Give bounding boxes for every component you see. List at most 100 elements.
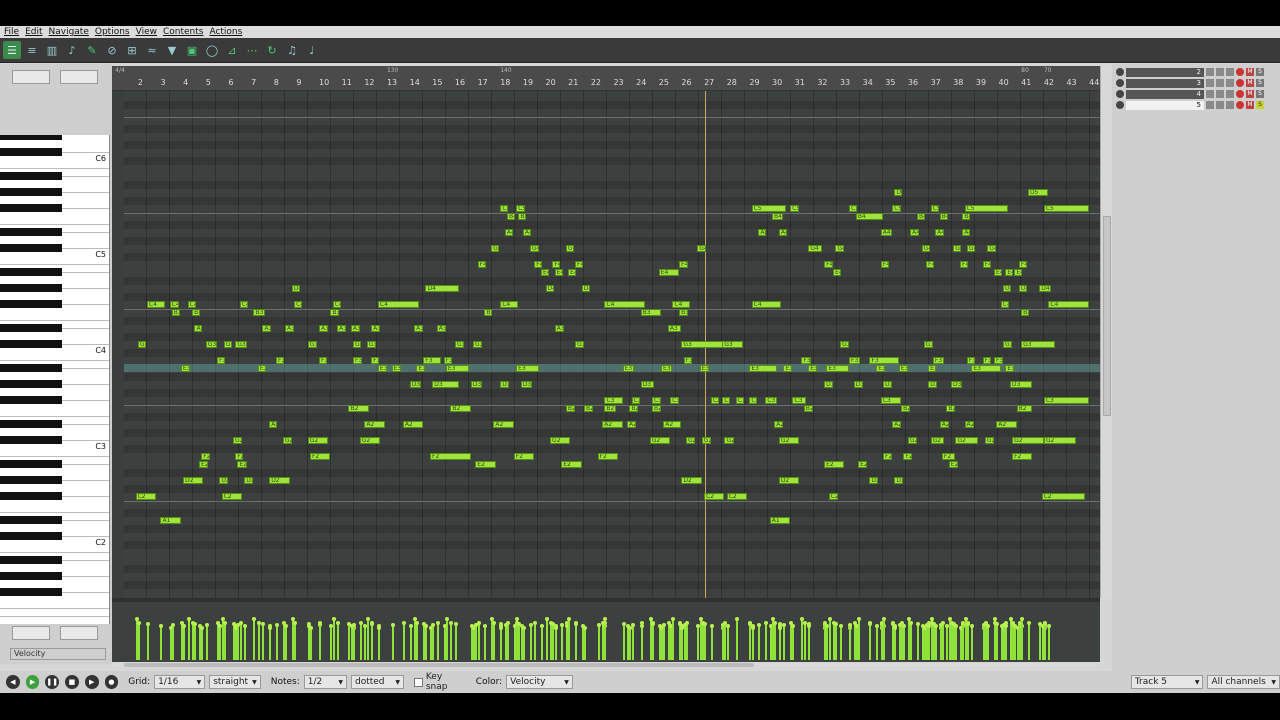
midi-note[interactable]: G3 xyxy=(574,341,584,348)
midi-note[interactable]: D3 xyxy=(500,381,510,388)
midi-note[interactable]: G4 xyxy=(565,245,574,252)
midi-note[interactable]: E3 xyxy=(971,365,1001,372)
velocity-handle[interactable] xyxy=(499,626,504,630)
velocity-handle[interactable] xyxy=(1020,617,1025,621)
midi-note[interactable]: D3 xyxy=(520,381,532,388)
velocity-handle[interactable] xyxy=(583,626,588,630)
midi-note[interactable]: D3 xyxy=(950,381,963,388)
midi-note[interactable]: C4 xyxy=(239,301,248,308)
midi-note[interactable]: C5 xyxy=(500,205,509,212)
menu-view[interactable]: View xyxy=(136,27,157,37)
track-row[interactable]: 2 MS xyxy=(1116,67,1276,77)
record-icon[interactable] xyxy=(1236,68,1244,76)
velocity-bar[interactable] xyxy=(622,624,625,660)
velocity-bar[interactable] xyxy=(377,628,380,660)
velocity-bar[interactable] xyxy=(640,626,643,660)
velocity-bar[interactable] xyxy=(366,619,369,660)
midi-note[interactable]: G2 xyxy=(955,437,979,444)
triplet-icon[interactable]: ⋯ xyxy=(243,41,261,59)
velocity-bar[interactable] xyxy=(309,628,312,660)
midi-note[interactable]: C3 xyxy=(735,397,744,404)
midi-note[interactable]: A4 xyxy=(522,229,531,236)
note-grid[interactable]: C5C5B4B4A4A4G4G4G4F4F4F4F4E4E4E4D4D4D4D4… xyxy=(124,91,1100,598)
velocity-handle[interactable] xyxy=(703,622,708,626)
mute-button[interactable]: M xyxy=(1246,79,1254,87)
midi-note[interactable]: F3 xyxy=(371,357,380,364)
velocity-handle[interactable] xyxy=(453,622,458,626)
menu-file[interactable]: File xyxy=(4,27,19,37)
midi-note[interactable]: E3 xyxy=(749,365,777,372)
midi-note[interactable]: A1 xyxy=(769,517,791,524)
midi-note[interactable]: F4 xyxy=(477,261,486,268)
black-key[interactable] xyxy=(0,204,62,212)
midi-note[interactable]: A3 xyxy=(285,325,295,332)
black-key[interactable] xyxy=(0,588,62,596)
midi-note[interactable]: C2 xyxy=(726,493,748,500)
velocity-handle[interactable] xyxy=(838,624,843,628)
velocity-bar[interactable] xyxy=(205,625,208,660)
velocity-handle[interactable] xyxy=(995,622,1000,626)
menu-actions[interactable]: Actions xyxy=(209,27,242,37)
midi-note[interactable]: C4 xyxy=(672,301,691,308)
midi-note[interactable]: G2 xyxy=(649,437,671,444)
velocity-bar[interactable] xyxy=(183,626,186,660)
velocity-handle[interactable] xyxy=(521,626,526,630)
midi-note[interactable]: B4 xyxy=(962,213,971,220)
midi-note[interactable]: E4 xyxy=(568,269,577,276)
midi-note[interactable]: F3 xyxy=(966,357,975,364)
velocity-handle[interactable] xyxy=(308,626,313,630)
velocity-handle[interactable] xyxy=(970,624,975,628)
velocity-handle[interactable] xyxy=(807,624,812,628)
velocity-bar[interactable] xyxy=(1027,623,1030,660)
midi-note[interactable]: C4 xyxy=(1048,301,1090,308)
velocity-handle[interactable] xyxy=(757,623,762,627)
velocity-bar[interactable] xyxy=(332,619,335,660)
track-name[interactable]: 3 xyxy=(1126,78,1204,88)
velocity-handle[interactable] xyxy=(351,623,356,627)
timeline-ruler[interactable]: 2 3 4 5 6 7 8 9 10 11 12 13 14 15 16 17 18 19 20 21 22 23 24 25… xyxy=(112,66,1100,91)
velocity-handle[interactable] xyxy=(533,621,538,625)
midi-note[interactable]: F3 xyxy=(423,357,442,364)
midi-note[interactable]: E3 xyxy=(661,365,673,372)
midi-note[interactable]: B2 xyxy=(629,405,639,412)
midi-note[interactable]: F2 xyxy=(309,453,331,460)
midi-note[interactable]: C4 xyxy=(332,301,341,308)
midi-note[interactable]: F4 xyxy=(880,261,889,268)
midi-note[interactable]: C4 xyxy=(604,301,646,308)
velocity-handle[interactable] xyxy=(857,617,862,621)
rewind-button[interactable]: ◀ xyxy=(6,675,20,689)
velocity-bar[interactable] xyxy=(359,623,362,660)
black-key[interactable] xyxy=(0,420,62,428)
black-key[interactable] xyxy=(0,436,62,444)
midi-note[interactable]: G3 xyxy=(454,341,464,348)
record-arm-icon[interactable] xyxy=(1116,101,1124,109)
black-key[interactable] xyxy=(0,532,62,540)
lock-icon[interactable] xyxy=(1216,90,1224,98)
velocity-bar[interactable] xyxy=(876,626,879,660)
midi-note[interactable]: G3 xyxy=(722,341,743,348)
midi-note[interactable]: F2 xyxy=(903,453,913,460)
velocity-bar[interactable] xyxy=(672,619,675,660)
velocity-bar[interactable] xyxy=(751,628,754,660)
record-icon[interactable] xyxy=(1236,79,1244,87)
velocity-bar[interactable] xyxy=(171,625,174,660)
velocity-handle[interactable] xyxy=(902,624,907,628)
notation-icon[interactable]: ♪ xyxy=(63,41,81,59)
velocity-handle[interactable] xyxy=(684,621,689,625)
track-name[interactable]: 2 xyxy=(1126,67,1204,77)
velocity-bar[interactable] xyxy=(529,625,532,660)
midi-note[interactable]: C4 xyxy=(377,301,419,308)
midi-note[interactable]: B4 xyxy=(916,213,925,220)
velocity-handle[interactable] xyxy=(331,617,336,621)
midi-note[interactable]: E4 xyxy=(1014,269,1023,276)
velocity-bar[interactable] xyxy=(285,626,288,660)
midi-note[interactable]: A3 xyxy=(262,325,272,332)
midi-note[interactable]: A2 xyxy=(663,421,682,428)
midi-note[interactable]: G3 xyxy=(366,341,376,348)
midi-note[interactable]: E4 xyxy=(1005,269,1014,276)
velocity-bar[interactable] xyxy=(432,625,435,660)
velocity-bar[interactable] xyxy=(758,625,761,660)
velocity-handle[interactable] xyxy=(401,621,406,625)
midi-note[interactable]: C2 xyxy=(221,493,242,500)
velocity-handle[interactable] xyxy=(934,624,939,628)
